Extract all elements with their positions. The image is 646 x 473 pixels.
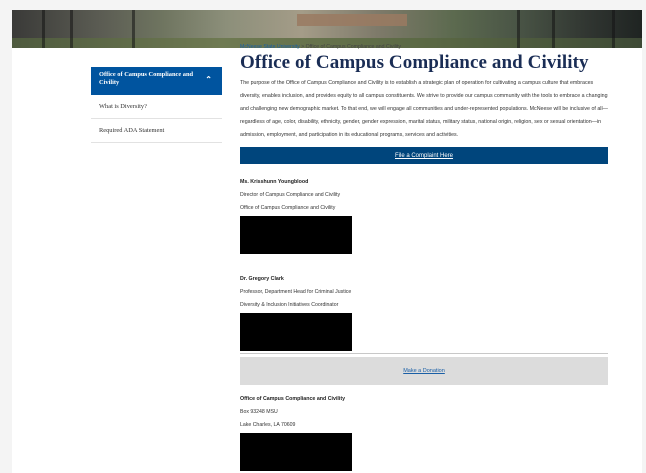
page-title: Office of Campus Compliance and Civility: [240, 52, 589, 73]
contact-name: Dr. Gregory Clark: [240, 276, 284, 283]
breadcrumb-home-link[interactable]: McNeese State University: [240, 44, 300, 50]
contact-name: Ms. Krisshunn Youngblood: [240, 179, 309, 186]
redacted-block: [240, 216, 352, 255]
breadcrumb: McNeese State University > Office of Cam…: [240, 42, 608, 52]
contact-title: Professor, Department Head for Criminal …: [240, 289, 352, 296]
contact-department: Office of Campus Compliance and Civility: [240, 205, 336, 212]
office-city: Lake Charles, LA 70609: [240, 422, 296, 429]
redacted-block: [240, 313, 352, 352]
redacted-block: [240, 433, 352, 472]
divider: [240, 353, 608, 355]
contact-department: Diversity & Inclusion Initiatives Coordi…: [240, 302, 339, 309]
office-box: Box 93248 MSU: [240, 409, 278, 416]
sidebar-item-compliance[interactable]: Office of Campus Compliance and Civility…: [91, 67, 222, 95]
sidebar-item-diversity[interactable]: What is Diversity?: [91, 95, 222, 119]
sidebar-item-label: What is Diversity?: [99, 103, 147, 110]
make-donation-link[interactable]: Make a Donation: [240, 357, 608, 386]
sidebar-item-label: Required ADA Statement: [99, 127, 165, 134]
breadcrumb-current: Office of Campus Compliance and Civility: [305, 44, 401, 50]
sidebar-item-ada-statement[interactable]: Required ADA Statement: [91, 119, 222, 143]
sidebar-nav: Office of Campus Compliance and Civility…: [91, 67, 222, 143]
contact-card: Dr. Gregory Clark Professor, Department …: [240, 273, 608, 352]
breadcrumb-separator: >: [301, 44, 305, 50]
file-complaint-button[interactable]: File a Complaint Here: [240, 147, 608, 165]
intro-paragraph: The purpose of the Office of Campus Comp…: [240, 80, 608, 138]
sidebar-item-label: Office of Campus Compliance and Civility: [99, 71, 194, 86]
page: Office of Campus Compliance and Civility…: [12, 10, 642, 473]
office-address: Office of Campus Compliance and Civility…: [240, 393, 608, 472]
contact-card: Ms. Krisshunn Youngblood Director of Cam…: [240, 176, 608, 255]
chevron-up-icon[interactable]: ⌃: [205, 76, 212, 84]
main-content: McNeese State University > Office of Cam…: [240, 42, 608, 472]
contact-title: Director of Campus Compliance and Civili…: [240, 192, 341, 199]
office-name: Office of Campus Compliance and Civility: [240, 396, 346, 403]
